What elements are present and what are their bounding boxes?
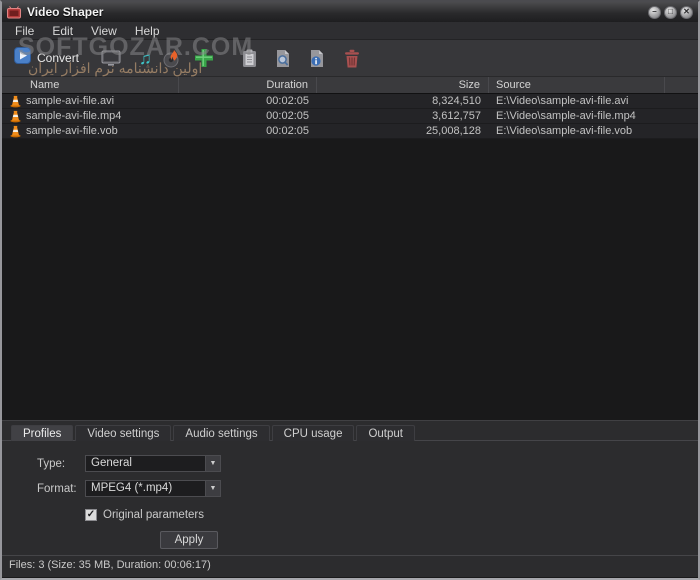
- column-header-name[interactable]: Name: [2, 77, 179, 93]
- column-header-duration[interactable]: Duration: [179, 77, 317, 93]
- close-button[interactable]: ✕: [680, 5, 693, 19]
- file-source: E:\Video\sample-avi-file.avi: [496, 95, 629, 107]
- file-name: sample-avi-file.vob: [26, 125, 118, 137]
- file-size: 3,612,757: [432, 110, 481, 122]
- chevron-down-icon[interactable]: ▼: [205, 456, 220, 471]
- column-header-size[interactable]: Size: [317, 77, 489, 93]
- file-rows: sample-avi-file.avi 00:02:05 8,324,510 E…: [2, 94, 698, 139]
- file-list: Name Duration Size Source sample-avi-fil…: [2, 77, 698, 420]
- tabs-bar: Profiles Video settings Audio settings CPU …: [2, 421, 698, 441]
- window-title: Video Shaper: [27, 5, 104, 19]
- format-label: Format:: [37, 482, 77, 495]
- minimize-button[interactable]: –: [648, 5, 661, 19]
- tab[interactable]: Audio settings: [173, 425, 270, 441]
- file-duration: 00:02:05: [266, 95, 309, 107]
- vlc-cone-icon: [10, 110, 21, 123]
- app-icon: [7, 5, 21, 19]
- menu-bar: File Edit View Help: [2, 22, 698, 40]
- window-controls: – □ ✕: [648, 5, 693, 19]
- table-row[interactable]: sample-avi-file.vob 00:02:05 25,008,128 …: [2, 124, 698, 139]
- tab[interactable]: CPU usage: [271, 425, 355, 441]
- convert-button-label: Convert: [37, 51, 80, 65]
- file-source: E:\Video\sample-avi-file.mp4: [496, 110, 636, 122]
- tab[interactable]: Profiles: [11, 425, 74, 441]
- format-select-value: MPEG4 (*.mp4): [91, 482, 173, 494]
- tab[interactable]: Video settings: [75, 425, 172, 441]
- table-row[interactable]: sample-avi-file.avi 00:02:05 8,324,510 E…: [2, 94, 698, 109]
- search-file-icon[interactable]: [274, 49, 292, 68]
- format-select[interactable]: MPEG4 (*.mp4) ▼: [85, 480, 221, 497]
- vlc-cone-icon: [10, 95, 21, 108]
- vlc-cone-icon: [10, 125, 21, 138]
- burn-disc-icon[interactable]: [162, 49, 181, 68]
- file-duration: 00:02:05: [266, 125, 309, 137]
- table-row[interactable]: sample-avi-file.mp4 00:02:05 3,612,757 E…: [2, 109, 698, 124]
- type-select[interactable]: General ▼: [85, 455, 221, 472]
- file-name: sample-avi-file.mp4: [26, 110, 122, 122]
- app-window: Video Shaper – □ ✕ File Edit View Help Conv…: [0, 0, 700, 580]
- type-label: Type:: [37, 457, 66, 470]
- status-bar: Files: 3 (Size: 35 MB, Duration: 00:06:1…: [2, 555, 698, 577]
- apply-button[interactable]: Apply: [160, 531, 218, 549]
- menu-item[interactable]: Help: [126, 23, 169, 39]
- menu-item[interactable]: View: [82, 23, 126, 39]
- title-bar: Video Shaper – □ ✕: [2, 2, 698, 22]
- menu-item[interactable]: File: [6, 23, 43, 39]
- toolbar: Convert ♫ SOFTGOZAR.COM اولین دانشنامه ن…: [2, 33, 698, 77]
- file-list-header: Name Duration Size Source: [2, 77, 698, 94]
- paste-icon[interactable]: [241, 49, 258, 68]
- video-preview-icon[interactable]: [101, 50, 121, 67]
- settings-panel: Profiles Video settings Audio settings CPU …: [2, 420, 698, 555]
- column-header-source[interactable]: Source: [489, 77, 665, 93]
- convert-button[interactable]: Convert: [14, 47, 79, 69]
- type-select-value: General: [91, 457, 132, 469]
- profiles-form: Type: General ▼ Format: MPEG4 (*.mp4) ▼ …: [2, 441, 698, 549]
- maximize-button[interactable]: □: [664, 5, 677, 19]
- chevron-down-icon[interactable]: ▼: [205, 481, 220, 496]
- menu-item[interactable]: Edit: [43, 23, 82, 39]
- file-size: 8,324,510: [432, 95, 481, 107]
- convert-icon: [14, 47, 31, 69]
- tab[interactable]: Output: [356, 425, 415, 441]
- add-file-icon[interactable]: [193, 47, 215, 69]
- file-duration: 00:02:05: [266, 110, 309, 122]
- original-parameters-checkbox[interactable]: ✓: [85, 509, 97, 521]
- file-size: 25,008,128: [425, 125, 481, 137]
- column-header-filler: [665, 77, 698, 93]
- file-name: sample-avi-file.avi: [26, 95, 115, 107]
- file-source: E:\Video\sample-avi-file.vob: [496, 125, 633, 137]
- delete-icon[interactable]: [344, 49, 360, 68]
- file-info-icon[interactable]: [308, 49, 326, 68]
- original-parameters-label: Original parameters: [103, 509, 204, 521]
- audio-note-icon[interactable]: ♫: [139, 50, 152, 67]
